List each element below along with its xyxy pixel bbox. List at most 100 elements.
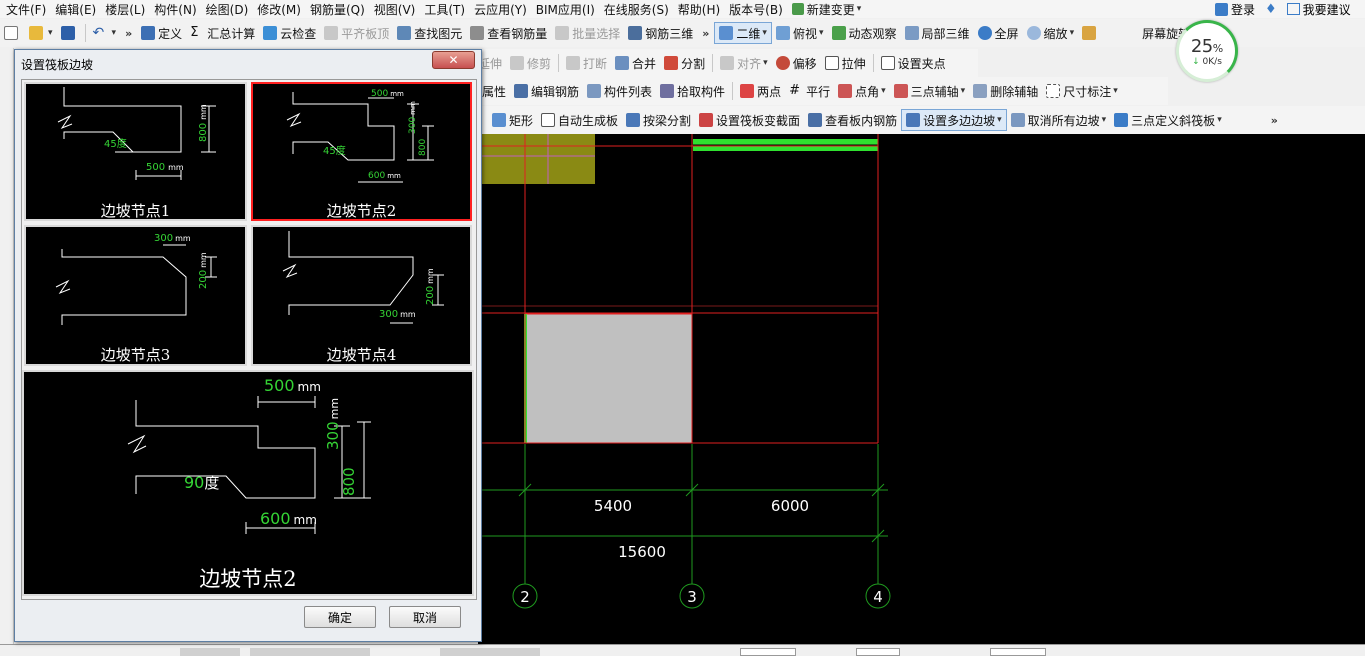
menu-help[interactable]: 帮助(H) xyxy=(674,1,725,18)
notify-icon[interactable]: ♦ xyxy=(1265,2,1277,17)
stretch-label: 拉伸 xyxy=(841,56,866,71)
two-points-button[interactable]: 两点 xyxy=(736,80,785,102)
menu-modify[interactable]: 修改(M) xyxy=(253,1,306,18)
merge-icon xyxy=(615,56,630,70)
status-input[interactable] xyxy=(990,648,1046,656)
view-rebar-qty-button[interactable]: 查看钢筋量 xyxy=(466,22,551,44)
break-button[interactable]: 打断 xyxy=(562,52,611,74)
find-icon xyxy=(397,26,412,40)
menu-cloud[interactable]: 云应用(Y) xyxy=(470,1,532,18)
cancel-button[interactable]: 取消 xyxy=(389,606,461,628)
status-field[interactable] xyxy=(250,648,370,656)
menu-rebar-qty[interactable]: 钢筋量(Q) xyxy=(306,1,370,18)
ok-button[interactable]: 确定 xyxy=(304,606,376,628)
align-button[interactable]: 对齐 ▾ xyxy=(716,52,772,74)
slope-node-4[interactable]: 300 mm 200mm 边坡节点4 xyxy=(251,225,472,366)
element-list-button[interactable]: 构件列表 xyxy=(583,80,656,102)
auto-gen-button[interactable]: 自动生成板 xyxy=(537,109,622,131)
menu-bim[interactable]: BIM应用(I) xyxy=(532,1,600,18)
slope-node-2[interactable]: 500 mm 600 mm 45度 300mm 800 边坡节点2 xyxy=(251,82,472,221)
delete-axis-button[interactable]: 删除辅轴 xyxy=(969,80,1042,102)
cancel-all-edges-button[interactable]: 取消所有边坡 ▾ xyxy=(1007,109,1111,131)
slope-node-3[interactable]: 300 mm 200mm 边坡节点3 xyxy=(24,225,247,366)
full-screen-button[interactable]: 全屏 xyxy=(974,22,1023,44)
close-button[interactable]: ✕ xyxy=(432,51,475,69)
suggest-link[interactable]: 我要建议 xyxy=(1286,1,1351,18)
grip-button[interactable]: 设置夹点 xyxy=(877,52,950,74)
preview-h2: 800 xyxy=(340,467,358,496)
menu-floor[interactable]: 楼层(L) xyxy=(101,1,150,18)
menu-component[interactable]: 构件(N) xyxy=(150,1,201,18)
menu-online[interactable]: 在线服务(S) xyxy=(600,1,674,18)
extend-button[interactable]: 延伸 xyxy=(478,52,506,74)
merge-button[interactable]: 合并 xyxy=(611,52,660,74)
pick-element-button[interactable]: 拾取构件 xyxy=(656,80,729,102)
menu-edit[interactable]: 编辑(E) xyxy=(51,1,101,18)
status-input[interactable] xyxy=(856,648,900,656)
split-icon xyxy=(664,56,679,70)
three-point-axis-button[interactable]: 三点辅轴 ▾ xyxy=(890,80,970,102)
flat-top-button[interactable]: 平齐板顶 xyxy=(320,22,393,44)
login-link[interactable]: 登录 xyxy=(1215,1,1255,18)
status-field[interactable] xyxy=(180,648,240,656)
edit-rebar-button[interactable]: 编辑钢筋 xyxy=(510,80,583,102)
offset-button[interactable]: 偏移 xyxy=(772,52,821,74)
slope-node-1[interactable]: 45度 500 mm 800mm 边坡节点1 xyxy=(24,82,247,221)
merge-label: 合并 xyxy=(632,56,657,71)
flat-top-label: 平齐板顶 xyxy=(341,26,390,41)
menu-tools[interactable]: 工具(T) xyxy=(420,1,470,18)
view-2d-button[interactable]: 二维 ▾ xyxy=(714,22,772,44)
drawing-canvas[interactable]: 5400 6000 15600 2 3 4 xyxy=(478,134,1365,644)
local-3d-button[interactable]: 局部三维 xyxy=(901,22,974,44)
top-view-button[interactable]: 俯视 ▾ xyxy=(772,22,828,44)
point-angle-label: 点角 xyxy=(855,84,880,99)
rebar-3d-icon xyxy=(628,26,643,40)
point-angle-button[interactable]: 点角 ▾ xyxy=(834,80,890,102)
save-button[interactable] xyxy=(57,22,82,44)
node-4-outline xyxy=(288,231,414,315)
view-inner-rebar-button[interactable]: 查看板内钢筋 xyxy=(804,109,901,131)
summary-calc-button[interactable]: Σ 汇总计算 xyxy=(186,22,259,44)
save-icon xyxy=(60,26,75,40)
open-file-button[interactable]: ▾ xyxy=(25,22,57,44)
cloud-check-button[interactable]: 云检查 xyxy=(259,22,320,44)
undo-button[interactable]: ↶ ▾ xyxy=(89,22,121,44)
batch-select-button[interactable]: 批量选择 xyxy=(551,22,624,44)
toolbar-overflow-2[interactable]: » xyxy=(697,27,714,40)
trim-button[interactable]: 修剪 xyxy=(506,52,555,74)
dimension-button[interactable]: 尺寸标注 ▾ xyxy=(1042,80,1122,102)
three-point-axis-label: 三点辅轴 xyxy=(910,84,959,99)
set-multi-edge-label: 设置多边边坡 xyxy=(923,113,996,128)
speed-percent: 25 xyxy=(1190,35,1213,57)
three-point-slope-button[interactable]: 三点定义斜筏板 ▾ xyxy=(1110,109,1226,131)
gray-slab[interactable] xyxy=(524,313,693,444)
stretch-button[interactable]: 拉伸 xyxy=(821,52,870,74)
edit-rebar-icon xyxy=(514,84,529,98)
split-by-beam-button[interactable]: 按梁分割 xyxy=(622,109,695,131)
parallel-button[interactable]: # 平行 xyxy=(785,80,834,102)
toolbar-overflow-3[interactable]: » xyxy=(1266,114,1283,127)
define-button[interactable]: 定义 xyxy=(137,22,186,44)
pan-button[interactable] xyxy=(1078,22,1138,44)
main-toolbar: ▾ ↶ ▾ » 定义 Σ 汇总计算 云检查 平齐板顶 查找图元 查看钢筋量 批量选择… xyxy=(0,19,1365,47)
new-file-button[interactable] xyxy=(0,22,25,44)
property-button[interactable]: 属性 xyxy=(478,80,510,102)
status-input[interactable] xyxy=(740,648,796,656)
toolbar-overflow[interactable]: » xyxy=(120,27,137,40)
eyedropper-icon xyxy=(660,84,675,98)
split-button[interactable]: 分割 xyxy=(660,52,709,74)
status-field[interactable] xyxy=(440,648,540,656)
menu-view[interactable]: 视图(V) xyxy=(370,1,421,18)
menu-version[interactable]: 版本号(B) xyxy=(725,1,788,18)
rect-button[interactable]: 矩形 xyxy=(478,109,537,131)
set-section-button[interactable]: 设置筏板变截面 xyxy=(695,109,804,131)
set-multi-edge-button[interactable]: 设置多边边坡 ▾ xyxy=(901,109,1007,131)
rebar-3d-button[interactable]: 钢筋三维 xyxy=(624,22,697,44)
zoom-button[interactable]: 缩放 ▾ xyxy=(1023,22,1079,44)
menu-draw[interactable]: 绘图(D) xyxy=(202,1,254,18)
left-panel-edge xyxy=(0,48,14,648)
find-element-button[interactable]: 查找图元 xyxy=(393,22,466,44)
menu-file[interactable]: 文件(F) xyxy=(0,1,51,18)
menu-new-change[interactable]: 新建变更 ▾ xyxy=(788,1,867,18)
dynamic-observe-button[interactable]: 动态观察 xyxy=(828,22,901,44)
